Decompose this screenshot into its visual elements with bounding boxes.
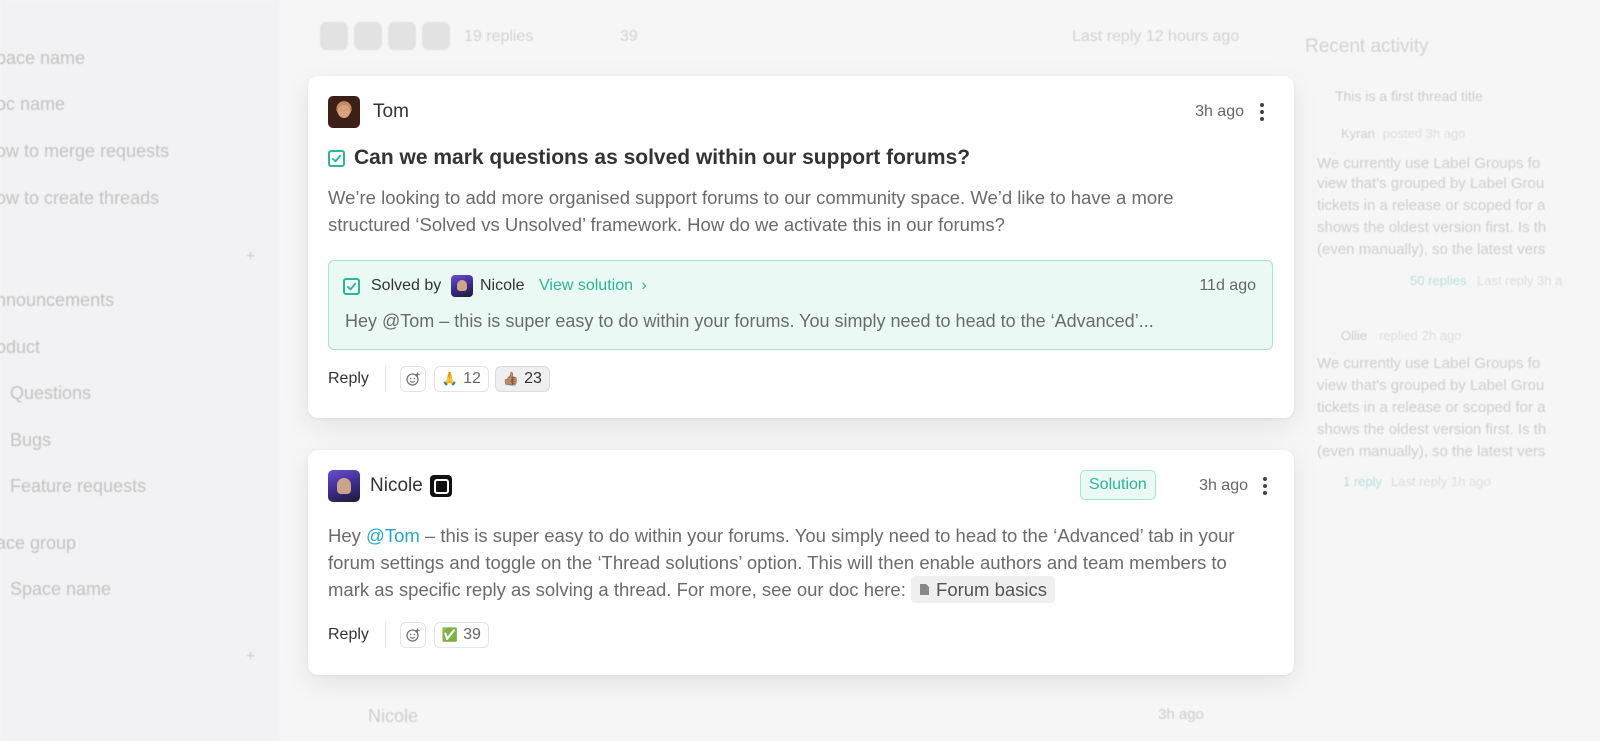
excerpt-line: shows the oldest version first. Is th (1317, 219, 1547, 236)
sidebar-item[interactable]: Space name (10, 579, 111, 600)
document-icon (920, 584, 930, 595)
pray-emoji-icon: 🙏 (441, 371, 459, 386)
add-reaction-icon[interactable] (399, 622, 426, 648)
author-name: Nicole (368, 706, 419, 726)
next-post: Nicole 3h ago (320, 700, 1270, 740)
reply-count[interactable]: 1 reply (1343, 474, 1382, 489)
sidebar-item[interactable]: nnouncements (0, 290, 114, 311)
excerpt-line: We currently use Label Groups fo (1317, 155, 1541, 172)
app-badge-icon (430, 475, 452, 497)
view-solution-label: View solution (539, 277, 633, 294)
sidebar-item[interactable]: Feature requests (10, 476, 146, 497)
thread-title[interactable]: This is a first thread title (1335, 88, 1483, 104)
avatar[interactable] (328, 470, 360, 502)
sidebar-item[interactable]: oc name (0, 94, 65, 115)
divider (384, 366, 386, 392)
excerpt-line: view that's grouped by Label Grou (1317, 377, 1545, 394)
thumbs-up-emoji-icon: 👍🏽 (502, 371, 520, 386)
sidebar-item[interactable]: ow to create threads (0, 188, 159, 209)
excerpt-line: We currently use Label Groups fo (1317, 355, 1541, 372)
avatar[interactable] (328, 96, 360, 128)
reply-count: 19 replies (464, 28, 534, 45)
reply-button[interactable]: Reply (328, 370, 369, 388)
avatar (451, 275, 473, 297)
last-reply: Last reply 1h ago (1391, 474, 1491, 489)
user-action: replied 2h ago (1379, 328, 1462, 343)
sidebar-item[interactable]: ow to merge requests (0, 141, 169, 162)
avatar (354, 22, 382, 50)
solution-badge: Solution (1080, 470, 1156, 500)
avatar (388, 22, 416, 50)
doc-link[interactable]: Forum basics (911, 576, 1056, 603)
doc-link-label: Forum basics (936, 579, 1048, 600)
user-action: posted 3h ago (1383, 126, 1466, 141)
last-reply: Last reply 3h a (1477, 273, 1563, 288)
author-name[interactable]: Nicole (370, 475, 423, 497)
solution-excerpt: Hey @Tom – this is super easy to do with… (345, 311, 1154, 331)
more-options-icon[interactable] (1252, 100, 1272, 124)
thread-summary-bar: 19 replies 39 Last reply 12 hours ago (320, 22, 1270, 54)
sidebar-item[interactable]: oduct (0, 337, 40, 358)
answer-text: – this is super easy to do within your f… (328, 525, 1235, 600)
user-name: Kyran (1341, 126, 1375, 141)
question-card: Tom 3h ago Can we mark questions as solv… (308, 76, 1294, 418)
excerpt-line: shows the oldest version first. Is th (1317, 421, 1547, 438)
avatar (422, 22, 450, 50)
divider (384, 622, 386, 648)
question-title: Can we mark questions as solved within o… (354, 146, 971, 169)
excerpt-line: tickets in a release or scoped for a (1317, 197, 1546, 214)
add-icon[interactable]: + (246, 648, 255, 666)
like-count: 39 (620, 28, 638, 45)
reply-button[interactable]: Reply (328, 626, 369, 644)
view-solution-link[interactable]: View solution › (539, 277, 647, 295)
greeting-text: Hey (328, 525, 367, 546)
add-icon[interactable]: + (246, 248, 255, 266)
solved-by-label: Solved by (371, 277, 441, 295)
reaction-count: 23 (524, 370, 542, 387)
user-name: Ollie (1341, 328, 1368, 343)
question-body: We’re looking to add more organised supp… (328, 187, 1174, 235)
post-time: 3h ago (1195, 103, 1244, 120)
reaction-count: 12 (463, 370, 481, 387)
reaction-check[interactable]: ✅ 39 (433, 622, 489, 648)
solver-name[interactable]: Nicole (480, 277, 524, 295)
last-reply: Last reply 12 hours ago (1072, 28, 1240, 45)
reply-count[interactable]: 50 replies (1410, 273, 1466, 288)
chevron-right-icon: › (641, 277, 647, 294)
sidebar-item[interactable]: pace name (0, 48, 85, 69)
sidebar-item[interactable]: Bugs (10, 430, 51, 451)
sidebar: pace name oc name ow to merge requests o… (0, 0, 280, 741)
solved-by-text: Solved by (371, 277, 442, 294)
solution-preview[interactable]: Solved by Nicole View solution › 11d ago… (328, 260, 1273, 350)
reaction-count: 39 (463, 626, 481, 643)
author-name[interactable]: Tom (373, 101, 409, 123)
solution-time: 11d ago (1199, 277, 1256, 294)
post-actions: Reply 🙏 12 👍🏽 23 (328, 366, 556, 392)
mention-link[interactable]: @Tom (366, 525, 420, 546)
excerpt-line: tickets in a release or scoped for a (1317, 399, 1546, 416)
more-options-icon[interactable] (1255, 474, 1275, 498)
post-time: 3h ago (1158, 706, 1204, 723)
answer-card: Nicole Solution 3h ago Hey @Tom – this i… (308, 450, 1294, 675)
checkbox-icon (328, 150, 345, 167)
add-reaction-icon[interactable] (399, 366, 426, 392)
reaction-thumbs-up[interactable]: 👍🏽 23 (494, 366, 550, 392)
post-time: 3h ago (1199, 477, 1248, 494)
reaction-pray[interactable]: 🙏 12 (433, 366, 489, 392)
checkbox-icon (343, 278, 360, 295)
recent-activity-panel: Recent activity This is a first thread t… (1305, 0, 1600, 741)
excerpt-line: (even manually), so the latest vers (1317, 443, 1546, 460)
sidebar-item[interactable]: ace group (0, 533, 76, 554)
post-actions: Reply ✅ 39 (328, 622, 495, 648)
excerpt-line: view that's grouped by Label Grou (1317, 175, 1545, 192)
sidebar-item[interactable]: Questions (10, 383, 91, 404)
panel-title: Recent activity (1305, 36, 1429, 57)
answer-body: Hey @Tom – this is super easy to do with… (328, 522, 1268, 603)
excerpt-line: (even manually), so the latest vers (1317, 241, 1546, 258)
avatar (320, 22, 348, 50)
check-emoji-icon: ✅ (441, 627, 459, 642)
